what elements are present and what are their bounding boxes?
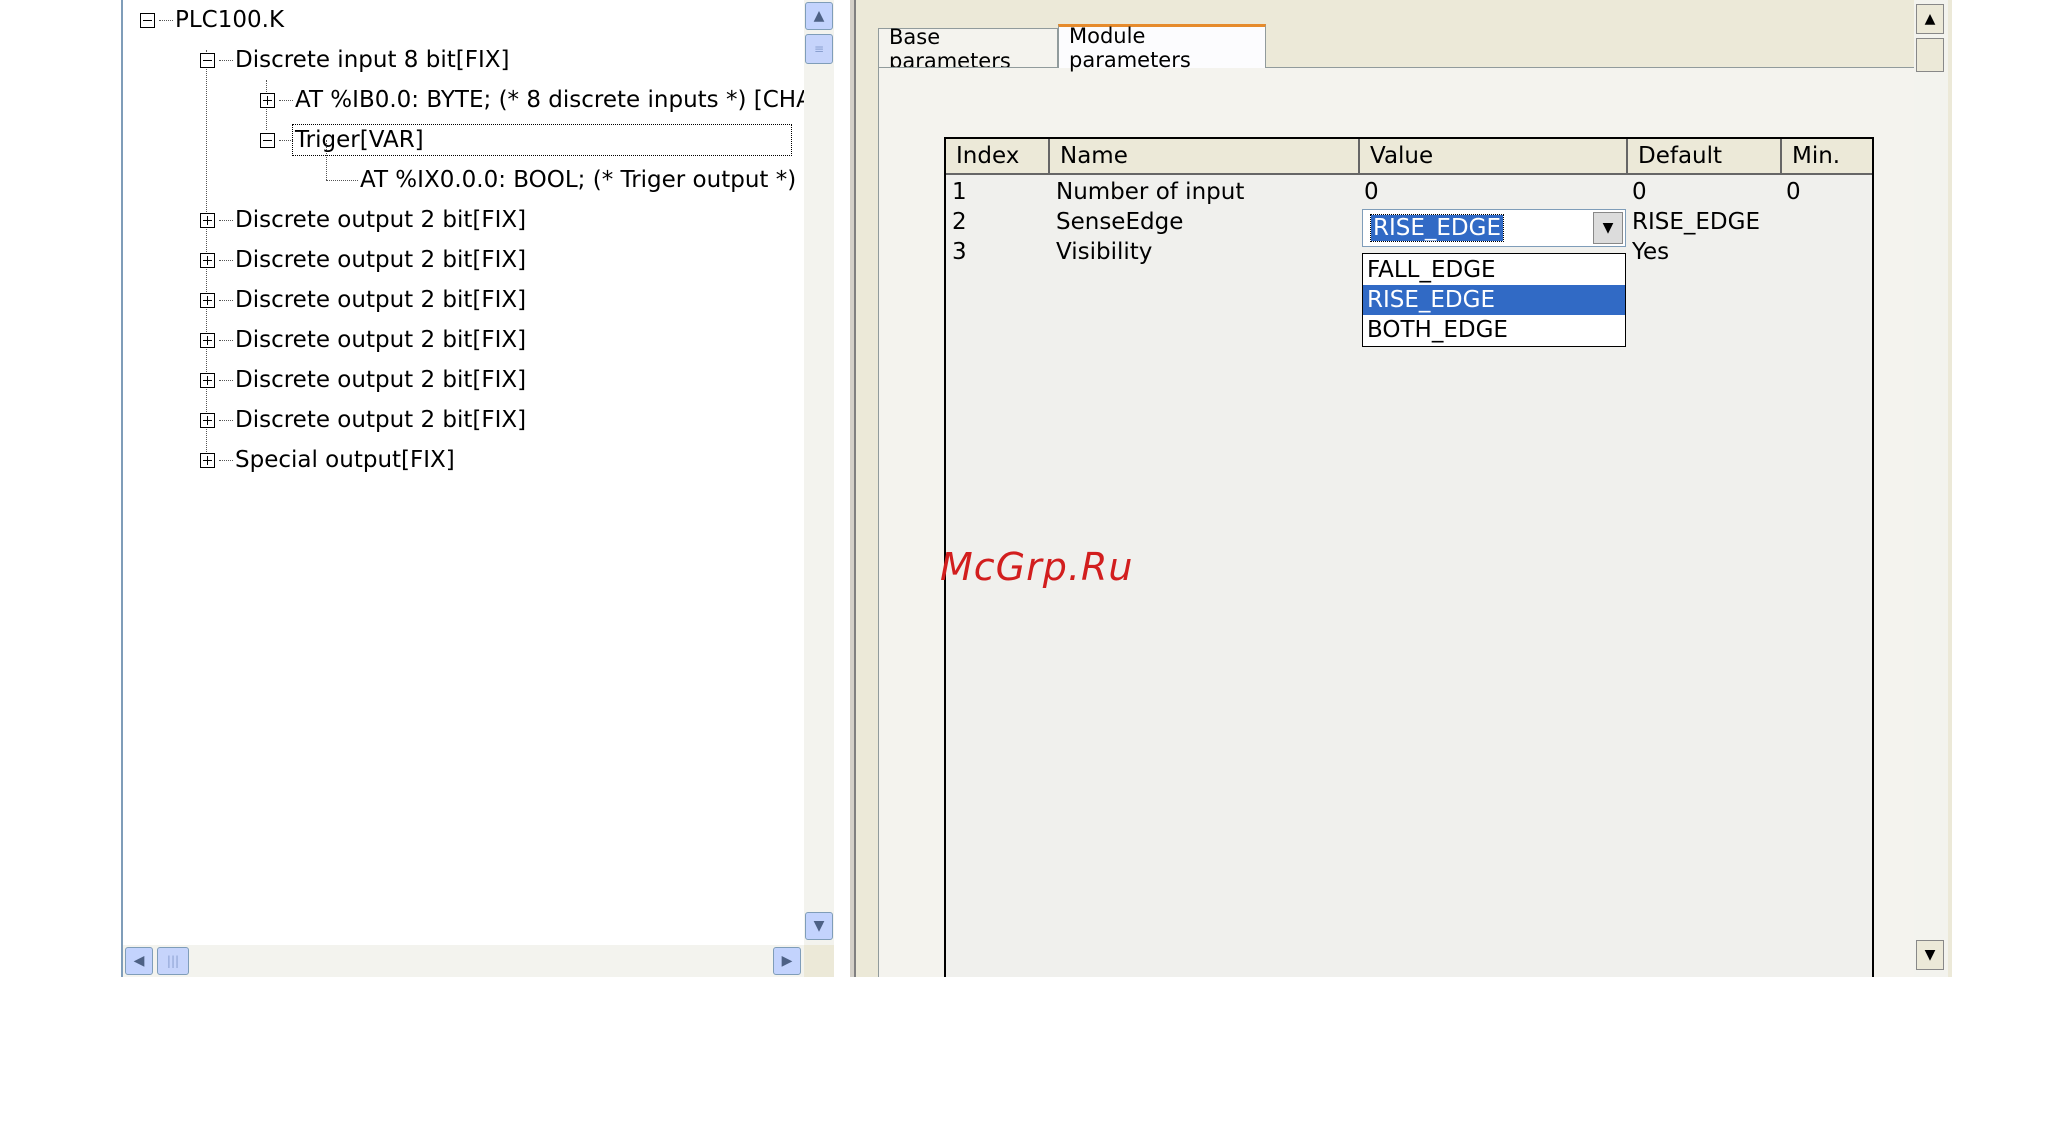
cell-default: Yes [1632, 239, 1670, 265]
tree-node-label: Discrete input 8 bit[FIX] [235, 47, 510, 73]
scroll-thumb[interactable] [1916, 38, 1944, 72]
tree-node-discrete-input[interactable]: Discrete input 8 bit[FIX] [200, 40, 509, 80]
column-header-name[interactable]: Name [1050, 139, 1360, 175]
tab-module-parameters[interactable]: Module parameters [1058, 24, 1266, 72]
cell-name: Visibility [1056, 239, 1153, 265]
scroll-up-icon[interactable]: ▲ [1916, 4, 1944, 34]
tree-node-label: Discrete output 2 bit[FIX] [235, 287, 527, 313]
collapse-icon[interactable] [260, 132, 275, 148]
tree-node-discrete-output[interactable]: Discrete output 2 bit[FIX] [200, 360, 526, 400]
tree-node-discrete-output[interactable]: Discrete output 2 bit[FIX] [200, 240, 526, 280]
expand-icon[interactable] [200, 452, 215, 468]
scroll-down-icon[interactable]: ▼ [1916, 940, 1944, 970]
expand-icon[interactable] [200, 332, 215, 348]
expand-icon[interactable] [200, 212, 215, 228]
chevron-down-icon[interactable]: ▼ [1593, 212, 1623, 244]
collapse-icon[interactable] [140, 12, 155, 28]
scroll-down-icon[interactable]: ▼ [805, 912, 833, 940]
cell-name: Number of input [1056, 179, 1245, 205]
scroll-thumb[interactable]: ≡ [805, 34, 833, 64]
device-tree-panel: PLC100.K Discrete input 8 bit[FIX] AT %I… [121, 0, 850, 977]
tree-node-discrete-output[interactable]: Discrete output 2 bit[FIX] [200, 200, 526, 240]
cell-default: 0 [1632, 179, 1647, 205]
tree-node-label: AT %IX0.0.0: BOOL; (* Triger output *) [… [360, 167, 804, 193]
dropdown-option-fall-edge[interactable]: FALL_EDGE [1363, 255, 1625, 285]
scroll-left-icon[interactable]: ◀ [125, 947, 153, 975]
tree-node-label: Triger[VAR] [292, 124, 792, 156]
device-tree: PLC100.K Discrete input 8 bit[FIX] AT %I… [123, 0, 804, 945]
column-header-value[interactable]: Value [1360, 139, 1628, 175]
tree-node-label: Discrete output 2 bit[FIX] [235, 407, 527, 433]
tab-base-parameters[interactable]: Base parameters [878, 25, 1058, 73]
combobox-selected-value: RISE_EDGE [1370, 214, 1504, 242]
collapse-icon[interactable] [200, 52, 215, 68]
expand-icon[interactable] [200, 252, 215, 268]
scroll-right-icon[interactable]: ▶ [773, 947, 801, 975]
scrollbar-corner [804, 945, 834, 977]
tab-label: Base parameters [889, 24, 1011, 73]
column-header-index[interactable]: Index [946, 139, 1050, 175]
scroll-up-icon[interactable]: ▲ [805, 2, 833, 30]
tree-horizontal-scrollbar[interactable]: ◀ ||| ▶ [123, 945, 804, 977]
tree-node-discrete-output[interactable]: Discrete output 2 bit[FIX] [200, 280, 526, 320]
tree-node-root[interactable]: PLC100.K [140, 0, 284, 40]
dropdown-option-rise-edge[interactable]: RISE_EDGE [1363, 285, 1625, 315]
tree-node-label: PLC100.K [175, 7, 285, 33]
expand-icon[interactable] [200, 412, 215, 428]
tree-node-discrete-output[interactable]: Discrete output 2 bit[FIX] [200, 320, 526, 360]
expand-icon[interactable] [200, 372, 215, 388]
cell-default: RISE_EDGE [1632, 209, 1760, 235]
column-header-default[interactable]: Default [1628, 139, 1782, 175]
cell-index: 2 [952, 209, 967, 235]
tab-label: Module parameters [1069, 23, 1191, 72]
tree-node-discrete-output[interactable]: Discrete output 2 bit[FIX] [200, 400, 526, 440]
tree-node-label: Special output[FIX] [235, 447, 455, 473]
cell-min: 0 [1786, 179, 1801, 205]
cell-name: SenseEdge [1056, 209, 1184, 235]
tree-node-label: Discrete output 2 bit[FIX] [235, 327, 527, 353]
cell-index: 3 [952, 239, 967, 265]
tree-node-label: AT %IB0.0: BYTE; (* 8 discrete inputs *)… [295, 87, 804, 113]
tree-node-at-ix[interactable]: AT %IX0.0.0: BOOL; (* Triger output *) [… [326, 160, 804, 200]
tree-node-at-ib[interactable]: AT %IB0.0: BYTE; (* 8 discrete inputs *)… [260, 80, 804, 120]
tree-node-special-output[interactable]: Special output[FIX] [200, 440, 455, 480]
module-panel: Base parameters Module parameters Index … [856, 0, 1952, 977]
tree-node-triger[interactable]: Triger[VAR] [260, 120, 792, 160]
dropdown-option-both-edge[interactable]: BOTH_EDGE [1363, 315, 1625, 345]
sense-edge-dropdown-list: FALL_EDGE RISE_EDGE BOTH_EDGE [1362, 253, 1626, 347]
cell-index: 1 [952, 179, 967, 205]
column-header-min[interactable]: Min. [1782, 139, 1872, 175]
module-vertical-scrollbar[interactable]: ▲ ▼ [1914, 0, 1948, 977]
watermark-text: McGrp.Ru [940, 545, 1134, 589]
sense-edge-combobox[interactable]: RISE_EDGE ▼ [1362, 209, 1626, 247]
tree-node-label: Discrete output 2 bit[FIX] [235, 207, 527, 233]
scroll-thumb[interactable]: ||| [157, 947, 189, 975]
expand-icon[interactable] [200, 292, 215, 308]
tree-node-label: Discrete output 2 bit[FIX] [235, 247, 527, 273]
tree-node-label: Discrete output 2 bit[FIX] [235, 367, 527, 393]
tree-vertical-scrollbar[interactable]: ▲ ≡ ▼ [804, 0, 834, 945]
cell-value[interactable]: 0 [1364, 179, 1379, 205]
expand-icon[interactable] [260, 92, 275, 108]
